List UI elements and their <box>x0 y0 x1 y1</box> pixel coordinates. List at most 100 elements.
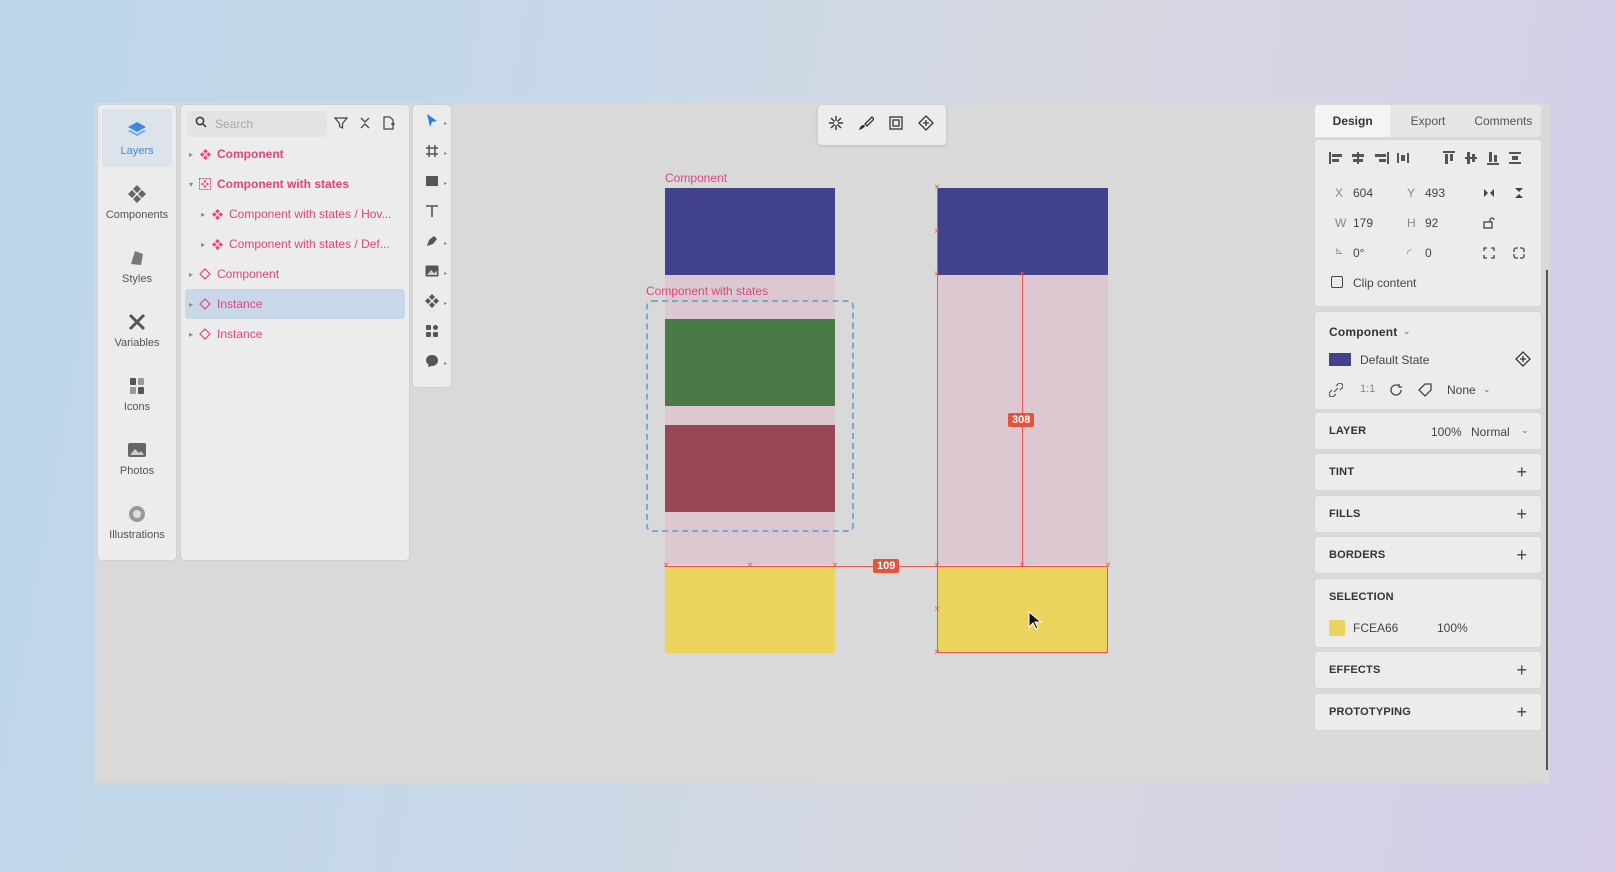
sidebar-item-label: Styles <box>122 273 152 285</box>
search-box[interactable] <box>187 111 327 137</box>
layer-row[interactable]: ▸ Component with states / Def... <box>185 229 405 259</box>
selection-opacity[interactable]: 100% <box>1437 621 1468 635</box>
add-prototype-icon[interactable]: + <box>1516 703 1527 721</box>
expand-caret-icon[interactable]: ▸ <box>197 240 209 249</box>
go-to-main-component-icon[interactable] <box>1515 351 1531 372</box>
comment-tool[interactable]: ▸ <box>419 350 447 376</box>
flip-vertical-icon[interactable] <box>1513 186 1525 204</box>
tag-icon[interactable] <box>1418 383 1432 402</box>
sidebar-item-icons[interactable]: Icons <box>102 365 172 423</box>
instance-indigo-rect[interactable] <box>937 188 1108 275</box>
sidebar-item-photos[interactable]: Photos <box>102 429 172 487</box>
selection-color-hex[interactable]: FCEA66 <box>1353 621 1398 635</box>
layer-row[interactable]: ▸ Instance <box>185 319 405 349</box>
component-indigo-rect[interactable] <box>665 188 835 275</box>
layer-label: Instance <box>217 297 263 311</box>
rectangle-tool[interactable]: ▸ <box>419 170 447 196</box>
select-tool[interactable]: ▸ <box>419 110 447 136</box>
layer-opacity[interactable]: 100% <box>1431 425 1462 439</box>
selection-color-swatch[interactable] <box>1329 620 1345 636</box>
layers-panel: ▸ Component ▾ Component with states ▸ Co… <box>181 105 409 560</box>
add-page-icon[interactable] <box>381 115 397 131</box>
collapse-caret-icon[interactable]: ▾ <box>185 180 197 189</box>
text-tool[interactable] <box>419 200 445 226</box>
tab-export[interactable]: Export <box>1390 105 1465 137</box>
instance-icon <box>197 296 213 312</box>
plugins-tool[interactable] <box>419 320 445 346</box>
color-swatch <box>1329 353 1351 366</box>
tab-design[interactable]: Design <box>1315 105 1391 137</box>
comment-icon <box>425 354 439 373</box>
reset-icon[interactable] <box>1389 383 1403 402</box>
instance-yellow-rect[interactable] <box>665 566 835 653</box>
frame-icon <box>425 144 439 163</box>
frame-tool[interactable]: ▸ <box>419 140 447 166</box>
chevron-down-icon[interactable]: ⌄ <box>1483 384 1491 395</box>
photos-icon <box>126 439 148 461</box>
state-green-rect[interactable] <box>665 319 835 406</box>
add-fill-icon[interactable]: + <box>1516 505 1527 523</box>
w-input[interactable]: 179 <box>1353 216 1373 230</box>
rectangle-icon <box>425 174 439 193</box>
expand-caret-icon[interactable]: ▸ <box>185 300 197 309</box>
guide-marker: × <box>663 560 669 571</box>
component-button[interactable] <box>914 113 938 137</box>
add-tint-icon[interactable]: + <box>1516 463 1527 481</box>
flip-horizontal-icon[interactable] <box>1483 186 1495 204</box>
image-tool[interactable]: ▸ <box>419 260 447 286</box>
layer-row[interactable]: ▸ Component <box>185 139 405 169</box>
sidebar-item-components[interactable]: Components <box>102 173 172 231</box>
variant-select[interactable]: None <box>1447 383 1476 397</box>
add-effect-icon[interactable]: + <box>1516 661 1527 679</box>
search-input[interactable] <box>215 117 315 131</box>
ai-button[interactable] <box>824 113 848 137</box>
expand-icon[interactable] <box>1483 246 1495 264</box>
sidebar-item-layers[interactable]: Layers <box>102 109 172 167</box>
rotation-input[interactable]: 0° <box>1353 246 1364 260</box>
h-input[interactable]: 92 <box>1425 216 1438 230</box>
style-button[interactable] <box>854 113 878 137</box>
y-input[interactable]: 493 <box>1425 186 1445 200</box>
frame-selection-button[interactable] <box>884 113 908 137</box>
radius-input[interactable]: 0 <box>1425 246 1432 260</box>
scrollbar[interactable] <box>1546 270 1548 770</box>
instance-icon <box>197 326 213 342</box>
tab-comments[interactable]: Comments <box>1466 105 1541 137</box>
expand-caret-icon[interactable]: ▸ <box>185 150 197 159</box>
sidebar-item-label: Photos <box>119 465 155 477</box>
expand-caret-icon[interactable]: ▸ <box>197 210 209 219</box>
state-red-rect[interactable] <box>665 425 835 512</box>
lock-icon[interactable] <box>1483 216 1495 234</box>
right-panel-tabs: Design Export Comments <box>1315 105 1541 137</box>
floating-toolbar <box>818 105 946 145</box>
layer-row[interactable]: ▸ Component <box>185 259 405 289</box>
layer-row[interactable]: ▾ Component with states <box>185 169 405 199</box>
blend-mode-select[interactable]: Normal <box>1471 425 1510 439</box>
layer-row-selected[interactable]: ▸ Instance <box>185 289 405 319</box>
clip-content-checkbox[interactable] <box>1331 276 1343 288</box>
collapse-icon[interactable] <box>357 115 373 131</box>
tint-section: TINT + <box>1315 454 1541 490</box>
selected-yellow-rect[interactable] <box>937 566 1108 653</box>
pen-tool[interactable]: ▸ <box>419 230 447 256</box>
alignment-icon[interactable] <box>1329 150 1529 166</box>
expand-caret-icon[interactable]: ▸ <box>185 270 197 279</box>
x-input[interactable]: 604 <box>1353 186 1373 200</box>
detach-icon[interactable] <box>1328 382 1344 402</box>
independent-corners-icon[interactable] <box>1513 246 1525 264</box>
sidebar-item-illustrations[interactable]: Illustrations <box>102 493 172 551</box>
expand-caret-icon[interactable]: ▸ <box>185 330 197 339</box>
components-tool[interactable]: ▸ <box>419 290 447 316</box>
text-icon <box>425 204 439 223</box>
filter-icon[interactable] <box>333 115 349 131</box>
sidebar-item-label: Components <box>105 209 169 221</box>
add-border-icon[interactable]: + <box>1516 546 1527 564</box>
frame-select-icon <box>888 115 904 136</box>
layer-row[interactable]: ▸ Component with states / Hov... <box>185 199 405 229</box>
sidebar-item-variables[interactable]: Variables <box>102 301 172 359</box>
chevron-down-icon[interactable]: ⌄ <box>1403 326 1411 337</box>
distance-badge-horizontal: 109 <box>873 559 900 573</box>
layers-icon <box>126 119 148 141</box>
sidebar-item-styles[interactable]: Styles <box>102 237 172 295</box>
chevron-down-icon[interactable]: ⌄ <box>1521 425 1529 436</box>
